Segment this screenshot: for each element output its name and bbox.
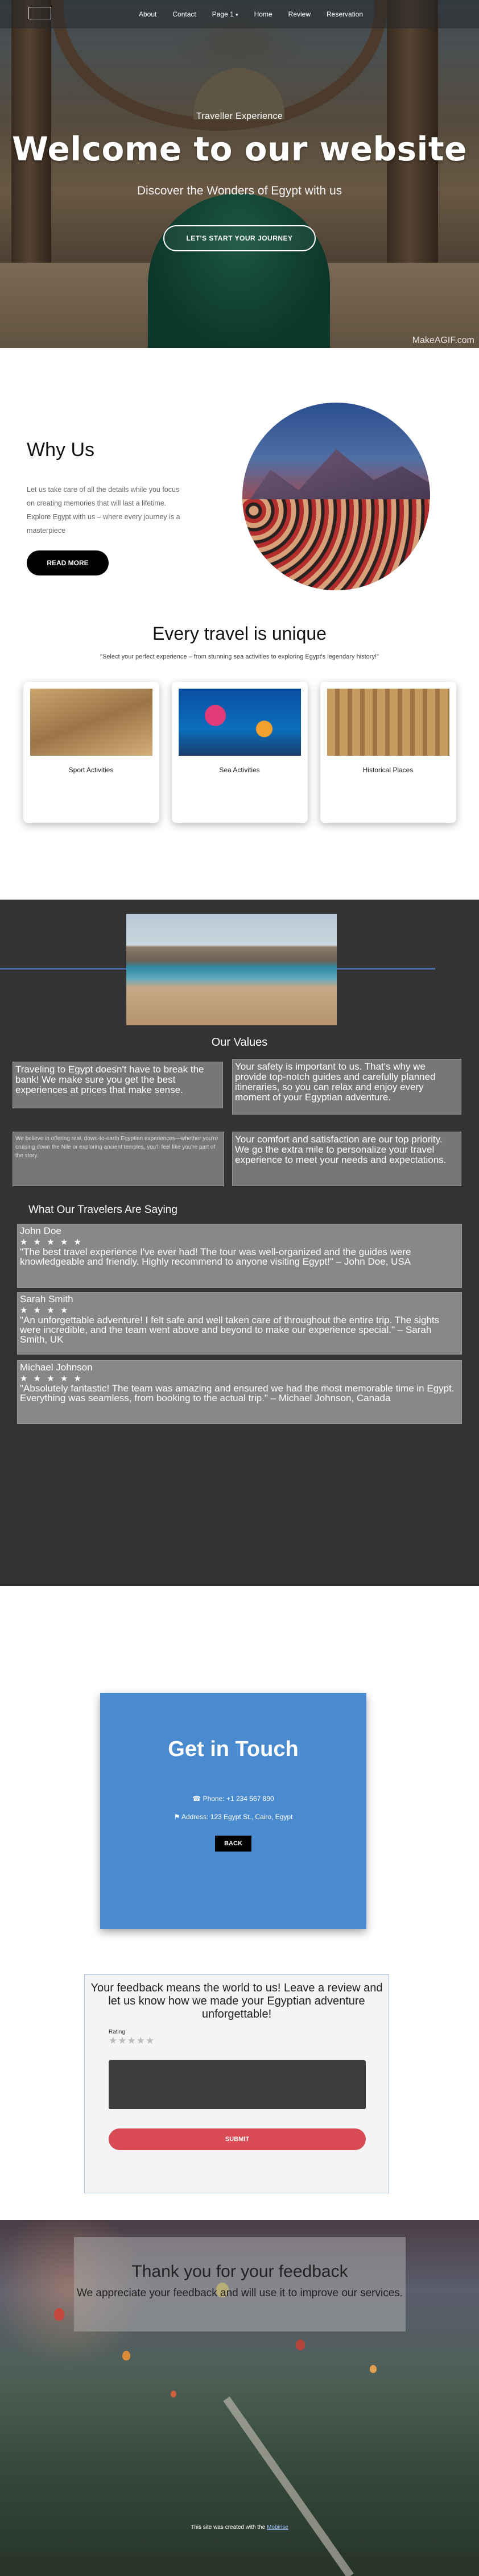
nav-item-review[interactable]: Review <box>288 10 311 18</box>
beach-image <box>126 914 337 1025</box>
rating-stars-icon: ★ ★ ★ ★ ★ <box>20 1237 83 1247</box>
reviewer-name: John Doe <box>20 1225 61 1236</box>
nav-item-contact[interactable]: Contact <box>172 10 196 18</box>
balloon-shape <box>296 2339 305 2350</box>
hero-section: About Contact Page 1 ▾ Home Review Reser… <box>0 0 479 348</box>
hero-subtitle: Traveller Experience <box>196 111 283 121</box>
site-logo[interactable] <box>28 7 51 19</box>
nav-item-label: About <box>139 10 157 18</box>
feedback-heading: Your feedback means the world to us! Lea… <box>90 1982 383 2020</box>
balloon-shape <box>370 2365 377 2373</box>
top-navbar: About Contact Page 1 ▾ Home Review Reser… <box>0 0 479 28</box>
footer: This site was created with the Mobirise <box>0 2524 479 2531</box>
footer-text: This site was created with the <box>191 2524 267 2531</box>
group-photo <box>242 403 430 590</box>
nav-item-about[interactable]: About <box>139 10 156 18</box>
nav-item-label: Reservation <box>327 10 364 18</box>
footer-link[interactable]: Mobirise <box>267 2524 288 2531</box>
card-label: Sport Activities <box>68 766 114 774</box>
contact-title: Get in Touch <box>168 1737 299 1761</box>
start-journey-button[interactable]: LET'S START YOUR JOURNEY <box>163 225 316 251</box>
why-us-text: Let us take care of all the details whil… <box>27 486 180 535</box>
chevron-down-icon: ▾ <box>236 12 238 18</box>
address-text: Address: 123 Egypt St., Cairo, Egypt <box>181 1813 293 1821</box>
testimonial-card: Sarah Smith ★ ★ ★ ★ "An unforgettable ad… <box>17 1292 462 1355</box>
feedback-textarea[interactable] <box>109 2060 366 2109</box>
reviewer-name: Michael Johnson <box>20 1362 93 1373</box>
historical-places-image <box>327 689 449 756</box>
nav-item-home[interactable]: Home <box>254 10 272 18</box>
hero-tagline: Discover the Wonders of Egypt with us <box>137 184 342 197</box>
values-title: Our Values <box>211 1036 268 1049</box>
phone-text: Phone: +1 234 567 890 <box>203 1795 274 1803</box>
activity-card-sea[interactable]: Sea Activities <box>171 682 308 823</box>
nav-item-label: Home <box>254 10 272 18</box>
star-rating-input[interactable]: ★★★★★ <box>109 2035 389 2047</box>
location-pin-icon: ⚑ <box>174 1813 180 1821</box>
contact-phone: ☎ Phone: +1 234 567 890 <box>100 1795 366 1803</box>
read-more-button[interactable]: READ MORE <box>27 550 109 575</box>
sea-activities-image <box>178 689 301 756</box>
reviewer-name: Sarah Smith <box>20 1294 73 1304</box>
travel-quote: "Select your perfect experience – from s… <box>100 653 379 660</box>
value-card-comfort: Your comfort and satisfaction are our to… <box>232 1132 461 1186</box>
value-card-authentic: We believe in offering real, down-to-ear… <box>13 1132 224 1186</box>
nav-item-reservation[interactable]: Reservation <box>327 10 363 18</box>
feedback-form: Your feedback means the world to us! Lea… <box>84 1974 389 2193</box>
rating-label: Rating <box>109 2029 125 2035</box>
testimonial-card: John Doe ★ ★ ★ ★ ★ "The best travel expe… <box>17 1224 462 1288</box>
submit-button[interactable]: SUBMIT <box>109 2128 366 2150</box>
contact-address: ⚑ Address: 123 Egypt St., Cairo, Egypt <box>100 1813 366 1821</box>
nav-menu: About Contact Page 1 ▾ Home Review Reser… <box>139 10 363 18</box>
thanks-text: We appreciate your feedback and will use… <box>76 2287 403 2299</box>
why-us-title: Why Us <box>27 439 94 461</box>
activity-cards: Sport Activities Sea Activities Historic… <box>0 682 479 823</box>
back-button[interactable]: BACK <box>215 1836 251 1852</box>
nav-item-label: Page 1 <box>212 10 234 18</box>
nav-item-page1[interactable]: Page 1 ▾ <box>212 10 238 18</box>
review-text: "An unforgettable adventure! I felt safe… <box>20 1315 440 1345</box>
balloon-shape <box>171 2391 176 2397</box>
contact-section: Get in Touch ☎ Phone: +1 234 567 890 ⚑ A… <box>0 1586 479 2220</box>
balloon-shape <box>122 2351 130 2360</box>
nav-item-label: Review <box>288 10 311 18</box>
travel-section: Every travel is unique "Select your perf… <box>0 604 479 900</box>
thanks-panel: Thank you for your feedback We appreciat… <box>74 2237 406 2331</box>
rating-stars-icon: ★ ★ ★ ★ <box>20 1306 70 1315</box>
value-card-affordable: Traveling to Egypt doesn't have to break… <box>13 1062 223 1108</box>
value-card-safety: Your safety is important to us. That's w… <box>232 1059 461 1115</box>
background-road <box>223 2396 354 2576</box>
activity-card-sport[interactable]: Sport Activities <box>23 682 159 823</box>
get-in-touch-box: Get in Touch ☎ Phone: +1 234 567 890 ⚑ A… <box>100 1693 366 1929</box>
card-label: Sea Activities <box>219 766 260 774</box>
crowd-shape <box>242 499 430 590</box>
sport-activities-image <box>30 689 152 756</box>
review-text: "Absolutely fantastic! The team was amaz… <box>20 1383 455 1403</box>
thanks-section: Thank you for your feedback We appreciat… <box>0 2220 479 2576</box>
travel-title: Every travel is unique <box>152 623 327 644</box>
phone-icon: ☎ <box>192 1795 201 1803</box>
gif-watermark: MakeAGIF.com <box>412 336 474 345</box>
values-section: Our Values Traveling to Egypt doesn't ha… <box>0 900 479 1586</box>
testimonials-title: What Our Travelers Are Saying <box>28 1204 177 1216</box>
card-label: Historical Places <box>362 766 414 774</box>
hero-content: Traveller Experience Welcome to our webs… <box>0 111 479 251</box>
activity-card-historical[interactable]: Historical Places <box>320 682 456 823</box>
hero-title: Welcome to our website <box>12 130 467 168</box>
thanks-title: Thank you for your feedback <box>131 2262 348 2281</box>
nav-item-label: Contact <box>172 10 196 18</box>
testimonial-card: Michael Johnson ★ ★ ★ ★ ★ "Absolutely fa… <box>17 1360 462 1424</box>
balloon-shape <box>54 2308 64 2321</box>
rating-stars-icon: ★ ★ ★ ★ ★ <box>20 1374 83 1384</box>
why-us-section: Why Us Let us take care of all the detai… <box>0 348 479 604</box>
review-text: "The best travel experience I've ever ha… <box>20 1246 411 1267</box>
